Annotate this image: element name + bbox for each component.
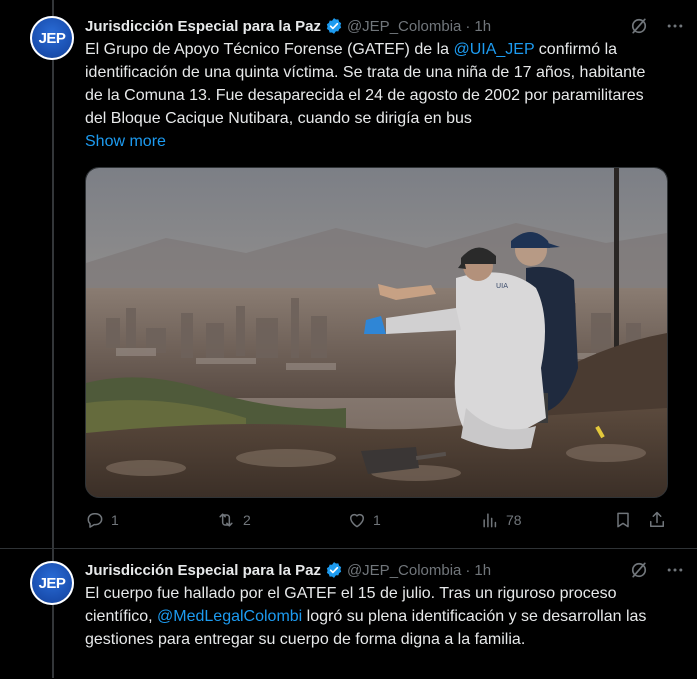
views-icon xyxy=(483,513,497,528)
views-button[interactable]: 78 xyxy=(480,510,522,530)
tweet[interactable]: JEP Jurisdicción Especial para la Paz @J… xyxy=(0,548,697,679)
tweet-image[interactable]: UIA xyxy=(85,167,668,498)
author-handle[interactable]: @JEP_Colombia xyxy=(347,562,461,579)
repost-icon xyxy=(219,513,233,527)
separator-dot: · xyxy=(465,561,471,579)
verified-badge-icon xyxy=(326,562,342,578)
avatar[interactable]: JEP xyxy=(30,561,74,605)
tweet-text: El Grupo de Apoyo Técnico Forense (GATEF… xyxy=(85,38,665,153)
share-button[interactable] xyxy=(647,510,667,530)
avatar[interactable]: JEP xyxy=(30,16,74,60)
like-button[interactable]: 1 xyxy=(347,510,381,530)
author-name[interactable]: Jurisdicción Especial para la Paz xyxy=(85,18,321,35)
like-count: 1 xyxy=(373,512,381,528)
timestamp[interactable]: 1h xyxy=(474,18,491,35)
author-name[interactable]: Jurisdicción Especial para la Paz xyxy=(85,562,321,579)
avatar-text: JEP xyxy=(38,574,66,592)
tweet-header: Jurisdicción Especial para la Paz @JEP_C… xyxy=(85,559,685,581)
action-bar: 1 2 1 78 xyxy=(85,508,667,532)
grok-icon[interactable] xyxy=(629,560,649,580)
suit-logo-text: UIA xyxy=(496,282,508,290)
bookmark-icon xyxy=(617,512,629,528)
grok-icon[interactable] xyxy=(629,16,649,36)
reply-icon xyxy=(87,513,103,528)
more-icon[interactable] xyxy=(665,560,685,580)
share-icon xyxy=(650,511,664,527)
repost-count: 2 xyxy=(243,512,251,528)
tweet-header: Jurisdicción Especial para la Paz @JEP_C… xyxy=(85,15,685,37)
separator-dot: · xyxy=(465,17,471,35)
author-handle[interactable]: @JEP_Colombia xyxy=(347,18,461,35)
reply-button[interactable]: 1 xyxy=(85,510,119,530)
timestamp[interactable]: 1h xyxy=(474,562,491,579)
bookmark-button[interactable] xyxy=(613,510,633,530)
mention-link[interactable]: @UIA_JEP xyxy=(453,41,534,58)
tweet-text: El cuerpo fue hallado por el GATEF el 15… xyxy=(85,582,665,651)
reply-count: 1 xyxy=(111,512,119,528)
tweet-text-part: El Grupo de Apoyo Técnico Forense (GATEF… xyxy=(85,41,454,58)
mention-link[interactable]: @MedLegalColombi xyxy=(157,608,302,625)
heart-icon xyxy=(350,513,364,528)
repost-button[interactable]: 2 xyxy=(215,510,251,530)
more-icon[interactable] xyxy=(665,16,685,36)
tweet[interactable]: JEP Jurisdicción Especial para la Paz @J… xyxy=(0,0,697,548)
view-count: 78 xyxy=(506,512,522,528)
show-more-link[interactable]: Show more xyxy=(85,130,665,153)
verified-badge-icon xyxy=(326,18,342,34)
forensic-scene-photo: UIA xyxy=(86,168,667,497)
avatar-text: JEP xyxy=(38,29,66,47)
